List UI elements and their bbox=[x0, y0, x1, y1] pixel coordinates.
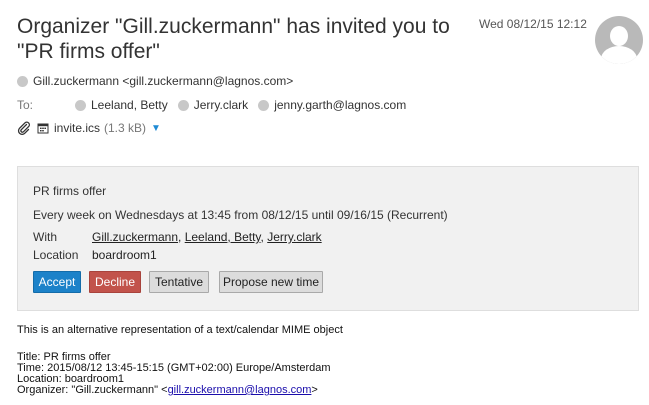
organizer-email-link[interactable]: gill.zuckermann@lagnos.com bbox=[168, 384, 312, 396]
message-header: Organizer "Gill.zuckermann" has invited … bbox=[17, 14, 649, 144]
attendee-separator: , bbox=[178, 230, 185, 244]
attachment-size: (1.3 kB) bbox=[104, 121, 147, 135]
attachment-row[interactable]: invite.ics (1.3 kB) ▼ bbox=[17, 121, 161, 135]
invite-title: PR firms offer bbox=[33, 184, 107, 198]
contact-dot-icon bbox=[17, 75, 28, 87]
recipient[interactable]: Jerry.clark bbox=[177, 98, 248, 112]
calendar-invite-panel: PR firms offer Every week on Wednesdays … bbox=[17, 166, 639, 311]
invite-recurrence: Every week on Wednesdays at 13:45 from 0… bbox=[33, 208, 448, 222]
calendar-icon bbox=[37, 123, 49, 134]
to-label: To: bbox=[17, 98, 34, 112]
body-organizer-line: Organizer: "Gill.zuckermann" <gill.zucke… bbox=[17, 385, 343, 396]
recipient-name[interactable]: Leeland, Betty bbox=[91, 98, 168, 112]
contact-dot-icon bbox=[177, 99, 189, 111]
organizer-suffix: > bbox=[311, 384, 318, 396]
recipient-name[interactable]: jenny.garth@lagnos.com bbox=[274, 98, 406, 112]
avatar-icon[interactable] bbox=[595, 16, 643, 64]
propose-new-time-button[interactable]: Propose new time bbox=[219, 271, 323, 293]
contact-dot-icon bbox=[258, 99, 270, 111]
paperclip-icon bbox=[17, 121, 30, 135]
recipient[interactable]: jenny.garth@lagnos.com bbox=[258, 98, 406, 112]
from-row[interactable]: Gill.zuckermann <gill.zuckermann@lagnos.… bbox=[17, 74, 293, 88]
avatar-shoulders bbox=[601, 46, 637, 64]
dropdown-caret-icon[interactable]: ▼ bbox=[151, 123, 161, 134]
message-body: This is an alternative representation of… bbox=[17, 325, 343, 396]
tentative-button[interactable]: Tentative bbox=[149, 271, 209, 293]
to-row: To: Leeland, Betty Jerry.clark jenny.gar… bbox=[17, 98, 416, 112]
decline-button[interactable]: Decline bbox=[89, 271, 141, 293]
location-label: Location bbox=[33, 248, 79, 262]
email-subject: Organizer "Gill.zuckermann" has invited … bbox=[17, 15, 450, 63]
attendee-list: Gill.zuckermann, Leeland, Betty, Jerry.c… bbox=[92, 230, 322, 244]
attendee-link[interactable]: Gill.zuckermann bbox=[92, 230, 178, 244]
organizer-prefix: Organizer: "Gill.zuckermann" < bbox=[17, 384, 168, 396]
sender[interactable]: Gill.zuckermann <gill.zuckermann@lagnos.… bbox=[33, 74, 293, 88]
body-intro: This is an alternative representation of… bbox=[17, 324, 343, 336]
with-label: With bbox=[33, 230, 57, 244]
contact-dot-icon bbox=[75, 99, 86, 111]
recipient-name[interactable]: Jerry.clark bbox=[194, 98, 248, 112]
avatar-head bbox=[610, 26, 628, 46]
accept-button[interactable]: Accept bbox=[33, 271, 81, 293]
attachment-name[interactable]: invite.ics bbox=[54, 121, 100, 135]
attendee-link[interactable]: Leeland, Betty bbox=[185, 230, 261, 244]
location-value: boardroom1 bbox=[92, 248, 157, 262]
recipient[interactable]: Leeland, Betty bbox=[75, 98, 168, 112]
attendee-link[interactable]: Jerry.clark bbox=[267, 230, 321, 244]
email-date: Wed 08/12/15 12:12 bbox=[479, 17, 587, 31]
